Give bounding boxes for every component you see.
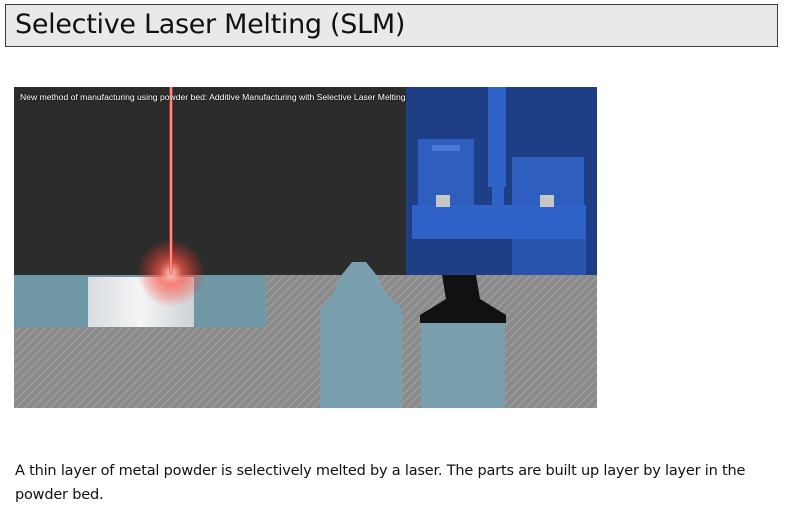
machine-arm: [488, 87, 506, 187]
body-paragraph: A thin layer of metal powder is selectiv…: [15, 463, 746, 503]
bolt-right: [540, 195, 554, 207]
carriage-highlight: [432, 145, 460, 151]
video-caption: New method of manufacturing using powder…: [20, 92, 406, 102]
slide-title-box: Selective Laser Melting (SLM): [5, 4, 778, 47]
slide-title: Selective Laser Melting (SLM): [15, 9, 406, 40]
video-player[interactable]: New method of manufacturing using powder…: [14, 87, 597, 408]
machine-base: [512, 239, 586, 275]
slm-animation-frame: [14, 87, 597, 408]
bolt-left: [436, 195, 450, 207]
powder-reservoir: [421, 323, 505, 408]
laser-beam-core: [170, 87, 172, 275]
